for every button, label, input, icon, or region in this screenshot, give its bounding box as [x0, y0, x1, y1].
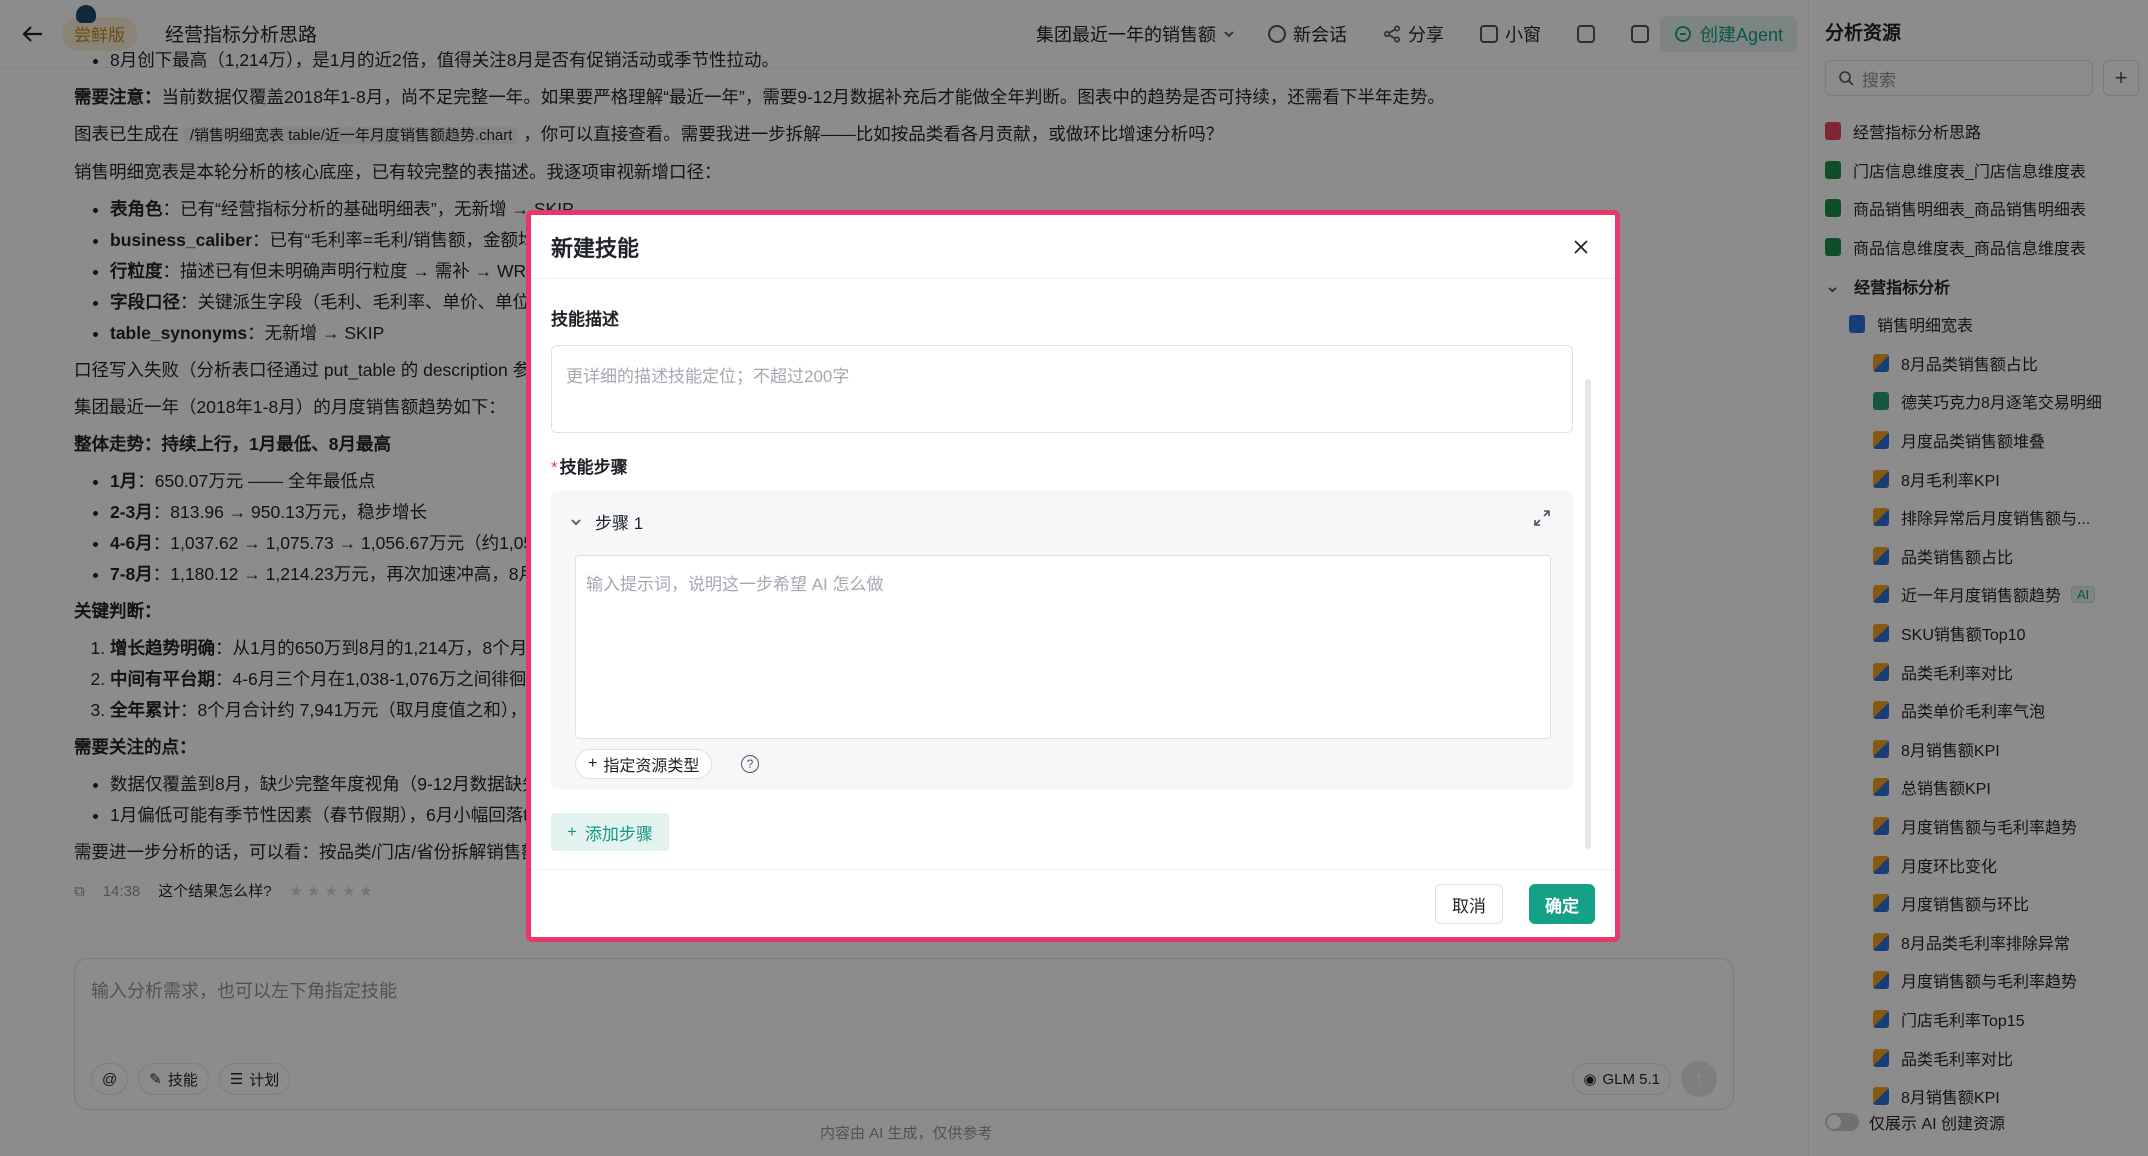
- new-skill-dialog: 新建技能 技能描述 更详细的描述技能定位；不超过200字 * 技能步骤 步骤 1 …: [526, 210, 1620, 942]
- cancel-label: 取消: [1452, 896, 1486, 916]
- step-title: 步骤 1: [595, 514, 644, 533]
- help-icon[interactable]: ?: [741, 755, 759, 773]
- confirm-label: 确定: [1545, 896, 1579, 916]
- skill-steps-label: * 技能步骤: [551, 453, 628, 478]
- close-icon: [1574, 240, 1588, 254]
- add-step-button[interactable]: + 添加步骤: [551, 813, 669, 851]
- close-button[interactable]: [1569, 235, 1593, 259]
- cancel-button[interactable]: 取消: [1435, 884, 1503, 924]
- dialog-title: 新建技能: [551, 235, 640, 261]
- expand-icon[interactable]: [1533, 509, 1551, 527]
- plus-icon: +: [588, 755, 598, 772]
- dialog-footer: 取消 确定: [531, 869, 1615, 937]
- step-panel: 步骤 1 输入提示词，说明这一步希望 AI 怎么做 + 指定资源类型 ?: [551, 491, 1573, 789]
- confirm-button[interactable]: 确定: [1529, 884, 1595, 924]
- skill-steps-label-text: 技能步骤: [559, 458, 628, 477]
- dialog-scrollbar[interactable]: [1585, 379, 1591, 849]
- step-header[interactable]: 步骤 1: [569, 509, 643, 534]
- add-step-label: 添加步骤: [584, 824, 653, 844]
- step-prompt-textarea[interactable]: 输入提示词，说明这一步希望 AI 怎么做: [575, 555, 1551, 739]
- plus-icon: +: [567, 822, 577, 841]
- dialog-body: 技能描述 更详细的描述技能定位；不超过200字 * 技能步骤 步骤 1 输入提示词…: [551, 279, 1595, 877]
- skill-desc-label: 技能描述: [551, 310, 619, 329]
- chevron-down-icon: [571, 518, 581, 525]
- skill-desc-textarea[interactable]: 更详细的描述技能定位；不超过200字: [551, 345, 1573, 433]
- resource-type-label: 指定资源类型: [603, 758, 700, 775]
- resource-type-button[interactable]: + 指定资源类型: [575, 749, 713, 779]
- required-mark: *: [551, 458, 558, 477]
- skill-desc-placeholder: 更详细的描述技能定位；不超过200字: [566, 367, 850, 386]
- dialog-header: 新建技能: [531, 215, 1615, 279]
- step-prompt-placeholder: 输入提示词，说明这一步希望 AI 怎么做: [586, 575, 884, 594]
